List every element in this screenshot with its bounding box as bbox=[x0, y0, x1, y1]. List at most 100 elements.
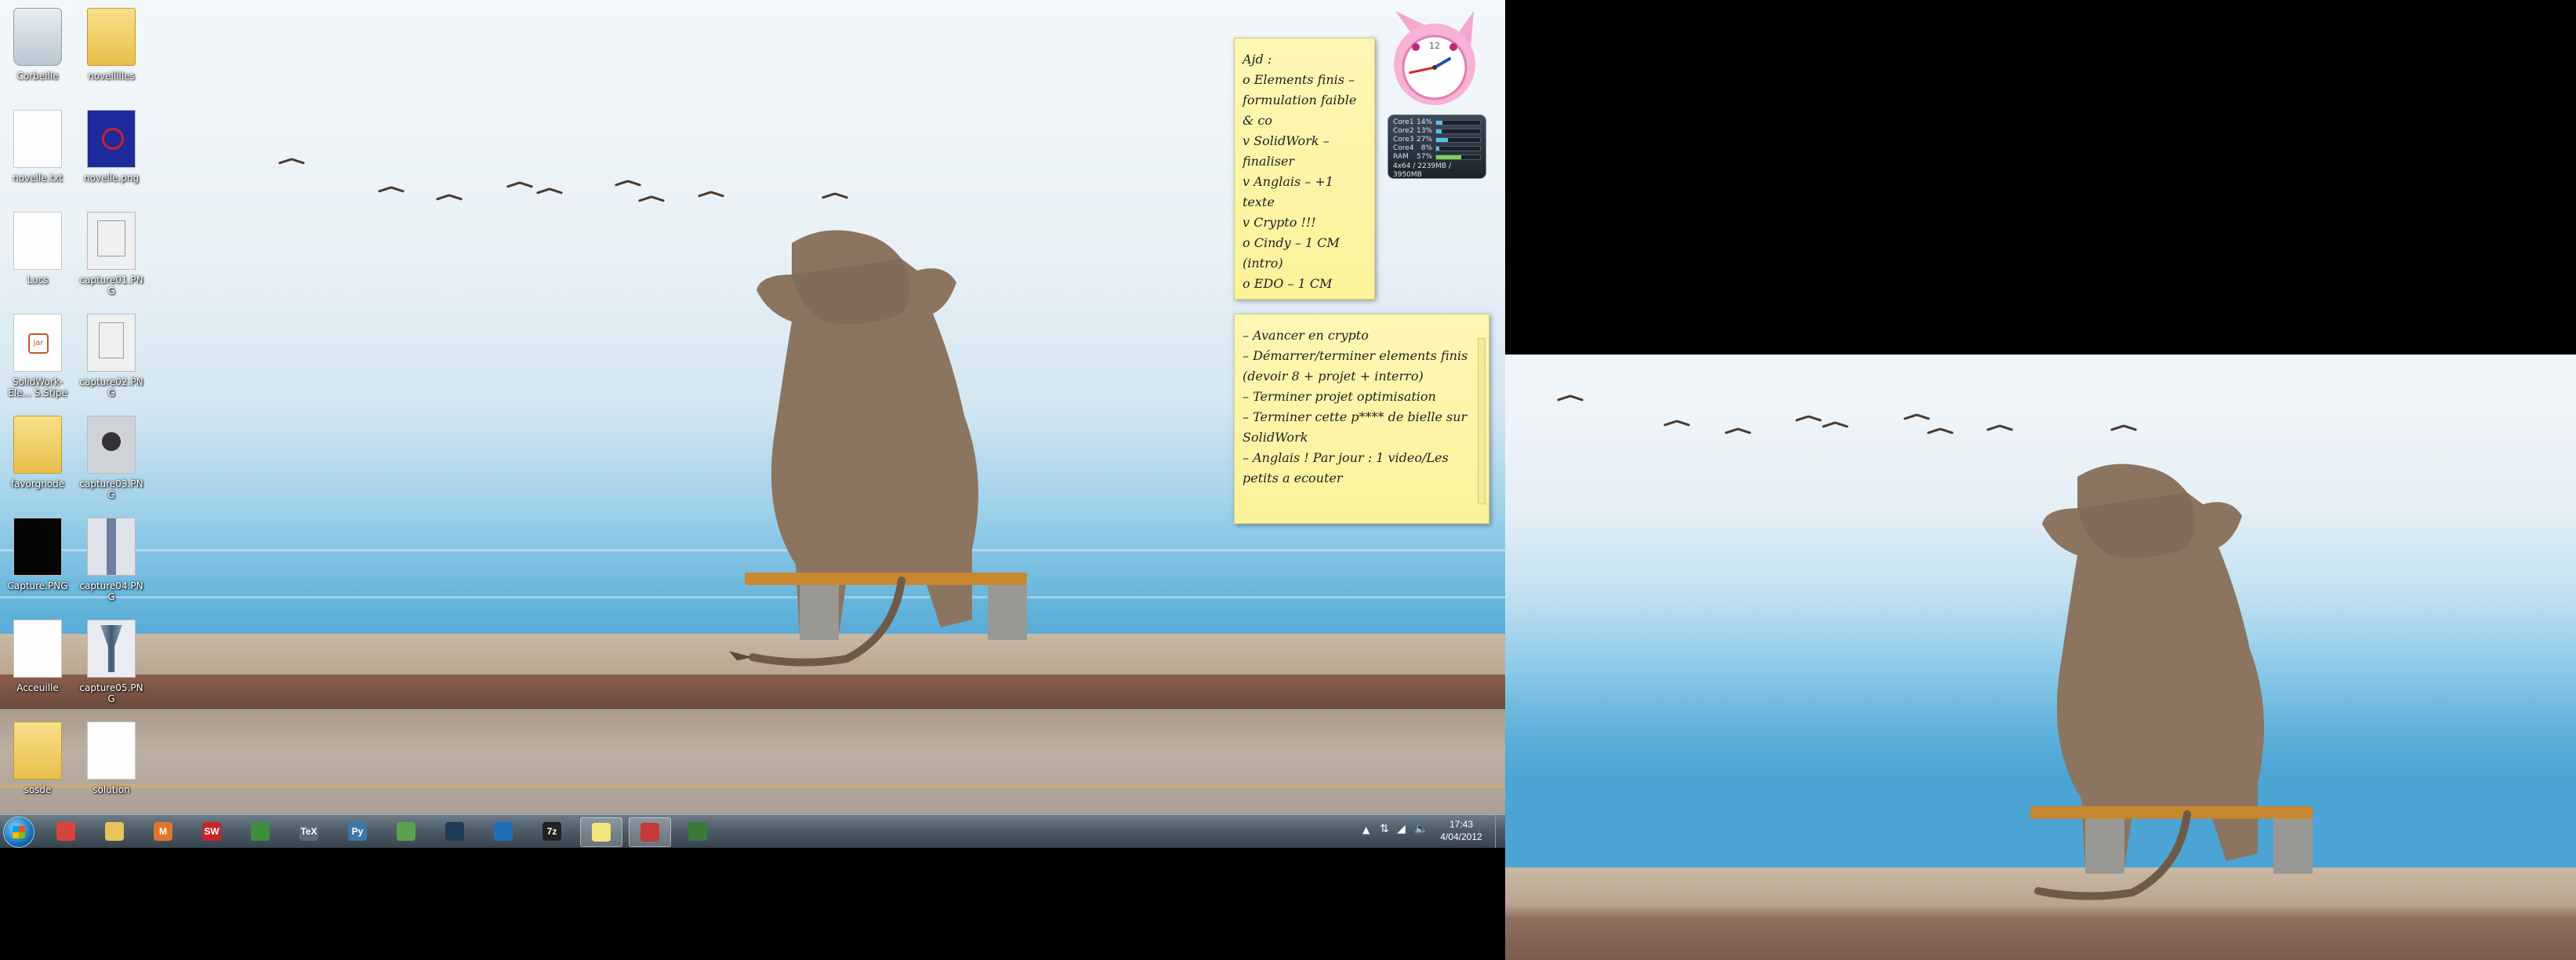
sticky-note-today[interactable]: Ajd : o Elements finis – formulation fai… bbox=[1234, 38, 1375, 300]
desktop-icon-recycle-bin[interactable]: Corbeille bbox=[5, 3, 71, 97]
chrome-icon bbox=[56, 822, 75, 841]
cpu-core3-bar bbox=[1436, 138, 1449, 142]
clock-numeral: 12 bbox=[1429, 41, 1440, 51]
bird bbox=[536, 187, 563, 196]
elephant-on-bench bbox=[729, 230, 1027, 667]
cmd-icon bbox=[688, 822, 707, 841]
folder-icon bbox=[87, 8, 136, 66]
bird bbox=[1927, 427, 1954, 436]
bird bbox=[1664, 419, 1690, 428]
desktop-icon[interactable]: capture03.PNG bbox=[78, 411, 144, 505]
desktop-icon[interactable]: capture01.PNG bbox=[78, 207, 144, 301]
desktop-icon[interactable]: Capture.PNG bbox=[5, 513, 71, 607]
image-thumbnail-icon bbox=[87, 518, 136, 576]
taskbar-button-wireshark[interactable] bbox=[483, 817, 524, 845]
image-thumbnail-icon bbox=[87, 416, 136, 474]
bird bbox=[822, 191, 848, 201]
desktop-icon[interactable]: jar SolidWork-Ele... S.Stipe bbox=[5, 309, 71, 403]
cpu-row: RAM 57% bbox=[1393, 153, 1481, 162]
python-icon: Py bbox=[348, 822, 367, 841]
gadgets-icon bbox=[640, 823, 659, 842]
7zip-icon: 7z bbox=[542, 822, 561, 841]
wireshark-icon bbox=[494, 822, 513, 841]
document-icon bbox=[13, 212, 62, 270]
notepad-icon bbox=[397, 822, 415, 841]
cpu-core2-bar bbox=[1436, 129, 1442, 133]
cpu-row: Core1 14% bbox=[1393, 118, 1481, 127]
taskbar-button-solidworks[interactable]: SW bbox=[191, 817, 232, 845]
show-desktop-button[interactable] bbox=[1495, 815, 1505, 848]
bird bbox=[1725, 427, 1751, 436]
cpu-row: Core2 13% bbox=[1393, 127, 1481, 136]
office-icon bbox=[251, 822, 270, 841]
taskbar: M SW TeX Py 7z ▲ ⇅ ◢ 🔈 17:43 4/04/2012 bbox=[0, 814, 1505, 848]
cpu-row: Core4 8% bbox=[1393, 144, 1481, 153]
matlab-icon: M bbox=[154, 822, 172, 841]
cpu-row: Core3 27% bbox=[1393, 136, 1481, 144]
image-thumbnail-icon bbox=[87, 110, 136, 168]
recycle-bin-icon bbox=[13, 8, 62, 66]
bird bbox=[378, 185, 405, 195]
desktop-icon[interactable]: Lucs bbox=[5, 207, 71, 301]
bird bbox=[1557, 394, 1584, 403]
sticky-notes-icon bbox=[592, 823, 611, 842]
signal-icon[interactable]: ◢ bbox=[1397, 823, 1406, 835]
image-thumbnail-icon bbox=[87, 314, 136, 372]
image-thumbnail-icon bbox=[87, 212, 136, 270]
desktop-icon[interactable]: novellilles bbox=[78, 3, 144, 97]
taskbar-button-notepad[interactable] bbox=[386, 817, 426, 845]
taskbar-clock[interactable]: 17:43 4/04/2012 bbox=[1430, 818, 1493, 843]
taskbar-button-steam[interactable] bbox=[434, 817, 475, 845]
java-archive-icon: jar bbox=[13, 314, 62, 372]
solidworks-icon: SW bbox=[202, 822, 221, 841]
bird bbox=[638, 195, 665, 204]
taskbar-button-explorer[interactable] bbox=[94, 817, 135, 845]
steam-icon bbox=[445, 822, 464, 841]
secondary-monitor bbox=[1505, 355, 2576, 960]
taskbar-button-gadgets[interactable] bbox=[629, 817, 671, 847]
desktop-icon[interactable]: novelle.txt bbox=[5, 105, 71, 199]
document-icon bbox=[13, 110, 62, 168]
network-icon[interactable]: ⇅ bbox=[1380, 823, 1389, 835]
bird bbox=[615, 179, 641, 188]
windows-logo-icon bbox=[13, 826, 25, 838]
bird bbox=[506, 180, 533, 190]
cpu-core4-bar bbox=[1436, 147, 1440, 151]
image-thumbnail-icon bbox=[87, 620, 136, 678]
desktop-icon[interactable]: favorgnode bbox=[5, 411, 71, 505]
explorer-icon bbox=[105, 822, 124, 841]
sticky-note-scrollbar[interactable] bbox=[1478, 338, 1486, 504]
desktop-icon[interactable]: sosde bbox=[5, 717, 71, 811]
cpu-core1-bar bbox=[1436, 121, 1442, 125]
show-hidden-icons-icon[interactable]: ▲ bbox=[1362, 824, 1370, 835]
taskbar-button-python[interactable]: Py bbox=[337, 817, 378, 845]
taskbar-button-matlab[interactable]: M bbox=[143, 817, 183, 845]
folder-icon bbox=[13, 722, 62, 780]
clock-gadget[interactable]: 12 bbox=[1384, 5, 1485, 107]
desktop-icon[interactable]: solution bbox=[78, 717, 144, 811]
cpu-meter-gadget[interactable]: Core1 14% Core2 13% Core3 27% Core4 8% R… bbox=[1388, 115, 1486, 179]
bird bbox=[1822, 420, 1849, 430]
taskbar-button-sticky-notes[interactable] bbox=[580, 817, 622, 847]
bird bbox=[278, 157, 305, 166]
taskbar-button-cmd[interactable] bbox=[677, 817, 718, 845]
desktop-icon[interactable]: capture05.PNG bbox=[78, 615, 144, 709]
taskbar-button-7zip[interactable]: 7z bbox=[532, 817, 572, 845]
desktop-icon[interactable]: novelle.png bbox=[78, 105, 144, 199]
document-icon bbox=[13, 620, 62, 678]
folder-icon bbox=[13, 416, 62, 474]
elephant-on-bench bbox=[2030, 464, 2313, 900]
taskbar-button-tex[interactable]: TeX bbox=[288, 817, 329, 845]
desktop-icon[interactable]: Acceuille bbox=[5, 615, 71, 709]
tex-icon: TeX bbox=[299, 822, 318, 841]
volume-icon[interactable]: 🔈 bbox=[1414, 823, 1428, 835]
start-button[interactable] bbox=[3, 816, 34, 848]
sticky-note-todo[interactable]: – Avancer en crypto – Démarrer/terminer … bbox=[1234, 314, 1489, 524]
document-icon bbox=[87, 722, 136, 780]
taskbar-button-office[interactable] bbox=[240, 817, 281, 845]
desktop-icon[interactable]: capture02.PNG bbox=[78, 309, 144, 403]
desktop-icon[interactable]: capture04.PNG bbox=[78, 513, 144, 607]
bird bbox=[1986, 424, 2013, 433]
taskbar-button-chrome[interactable] bbox=[45, 817, 86, 845]
image-thumbnail-icon bbox=[13, 518, 62, 576]
